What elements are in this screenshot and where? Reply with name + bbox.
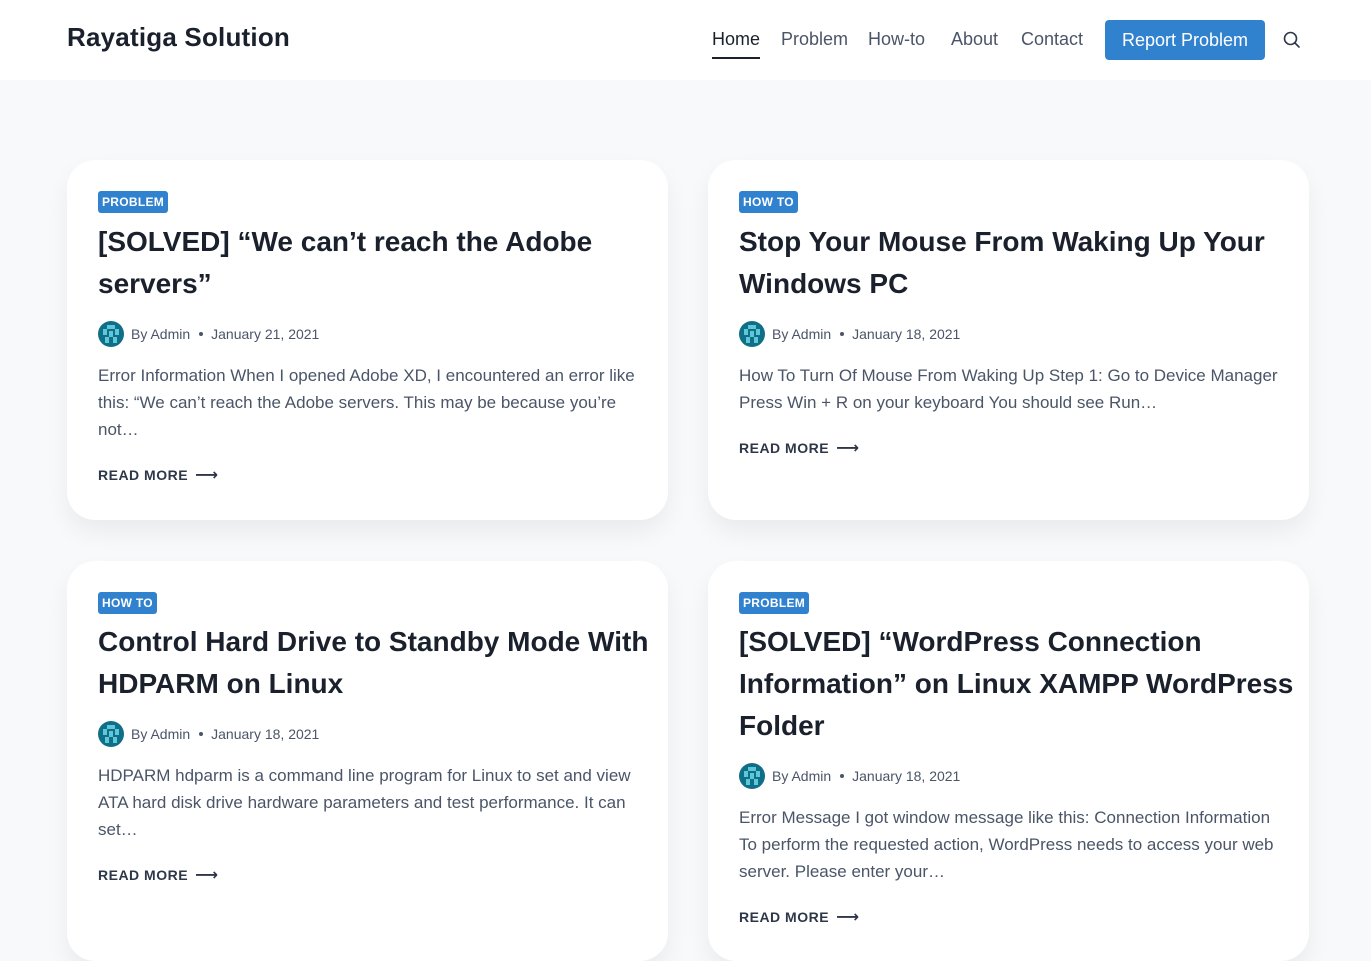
meta-separator — [840, 332, 845, 336]
post-author[interactable]: By Admin — [131, 726, 190, 742]
author-avatar[interactable] — [739, 763, 765, 789]
post-excerpt: HDPARM hdparm is a command line program … — [98, 766, 631, 839]
category-badge[interactable]: PROBLEM — [739, 592, 810, 614]
post-meta: By Admin January 18, 2021 — [98, 721, 319, 747]
nav-item-about[interactable]: About — [951, 27, 998, 59]
meta-separator — [199, 732, 204, 736]
avatar-pattern-icon — [103, 725, 119, 743]
category-badge[interactable]: HOW TO — [739, 191, 798, 213]
site-header: Rayatiga Solution Home Problem How-to Ab… — [0, 0, 1371, 80]
post-date[interactable]: January 18, 2021 — [852, 326, 960, 342]
meta-separator — [840, 774, 845, 778]
post-author[interactable]: By Admin — [131, 326, 190, 342]
post-date[interactable]: January 21, 2021 — [211, 326, 319, 342]
post-title[interactable]: [SOLVED] “WordPress Connection Informati… — [739, 621, 1294, 747]
nav-item-home[interactable]: Home — [712, 27, 761, 59]
category-badge[interactable]: HOW TO — [98, 592, 157, 614]
post-meta: By Admin January 18, 2021 — [739, 321, 960, 347]
arrow-right-icon: ⟶ — [195, 867, 219, 884]
post-card: HOW TO Stop Your Mouse From Waking Up Yo… — [708, 160, 1309, 520]
post-title[interactable]: Control Hard Drive to Standby Mode With … — [98, 621, 653, 705]
read-more-label: READ MORE — [739, 909, 830, 925]
post-meta: By Admin January 18, 2021 — [739, 763, 960, 789]
post-excerpt: How To Turn Of Mouse From Waking Up Step… — [739, 366, 1278, 412]
avatar-pattern-icon — [744, 767, 760, 785]
author-avatar[interactable] — [98, 721, 124, 747]
avatar-pattern-icon — [103, 325, 119, 343]
post-card: HOW TO Control Hard Drive to Standby Mod… — [67, 561, 668, 961]
nav-item-how-to[interactable]: How-to — [868, 27, 925, 59]
read-more-label: READ MORE — [739, 440, 830, 456]
post-card: PROBLEM [SOLVED] “We can’t reach the Ado… — [67, 160, 668, 520]
post-card: PROBLEM [SOLVED] “WordPress Connection I… — [708, 561, 1309, 961]
post-date[interactable]: January 18, 2021 — [211, 726, 319, 742]
arrow-right-icon: ⟶ — [195, 467, 219, 484]
post-title[interactable]: [SOLVED] “We can’t reach the Adobe serve… — [98, 221, 653, 305]
read-more-link[interactable]: READ MORE ⟶ — [739, 438, 860, 458]
post-author[interactable]: By Admin — [772, 768, 831, 784]
post-author[interactable]: By Admin — [772, 326, 831, 342]
nav-item-contact[interactable]: Contact — [1021, 27, 1083, 59]
read-more-link[interactable]: READ MORE ⟶ — [739, 907, 860, 927]
arrow-right-icon: ⟶ — [836, 440, 860, 457]
post-title[interactable]: Stop Your Mouse From Waking Up Your Wind… — [739, 221, 1294, 305]
author-avatar[interactable] — [739, 321, 765, 347]
post-excerpt: Error Information When I opened Adobe XD… — [98, 366, 635, 439]
report-problem-button[interactable]: Report Problem — [1105, 20, 1265, 60]
read-more-link[interactable]: READ MORE ⟶ — [98, 865, 219, 885]
post-meta: By Admin January 21, 2021 — [98, 321, 319, 347]
arrow-right-icon: ⟶ — [836, 909, 860, 926]
meta-separator — [199, 332, 204, 336]
author-avatar[interactable] — [98, 321, 124, 347]
read-more-link[interactable]: READ MORE ⟶ — [98, 465, 219, 485]
search-button[interactable] — [1282, 30, 1302, 50]
search-icon — [1283, 31, 1300, 48]
post-excerpt: Error Message I got window message like … — [739, 808, 1274, 881]
nav-item-problem[interactable]: Problem — [781, 27, 848, 59]
read-more-label: READ MORE — [98, 867, 189, 883]
category-badge[interactable]: PROBLEM — [98, 191, 169, 213]
post-date[interactable]: January 18, 2021 — [852, 768, 960, 784]
avatar-pattern-icon — [744, 325, 760, 343]
read-more-label: READ MORE — [98, 467, 189, 483]
